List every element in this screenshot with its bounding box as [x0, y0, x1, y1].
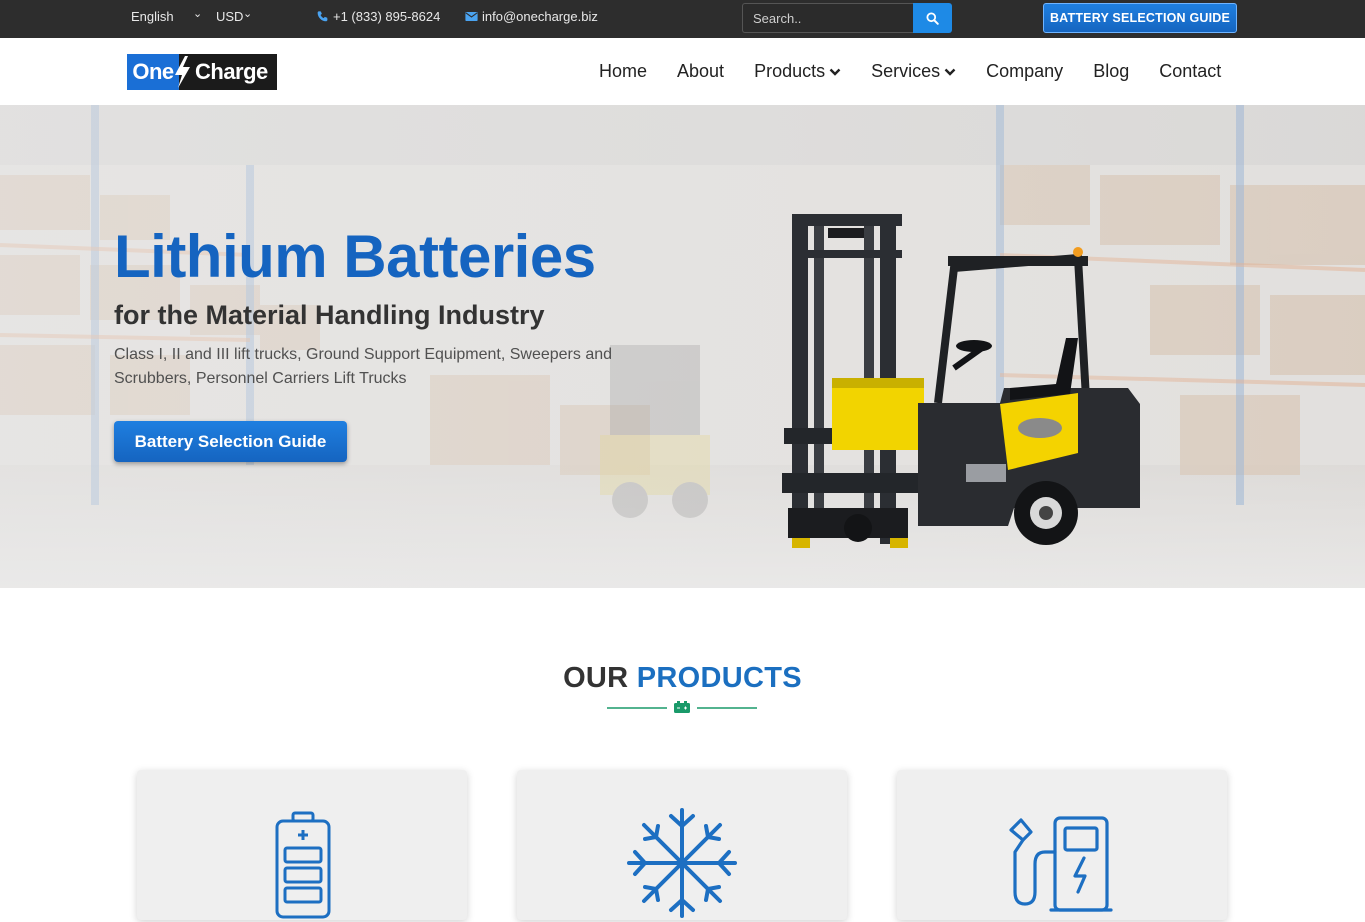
- nav-products[interactable]: Products: [754, 61, 841, 82]
- phone-icon: [316, 10, 329, 23]
- top-bar: English ⌄ USD ⌄ +1 (833) 895-8624 info@o…: [0, 0, 1365, 38]
- battery-icon: [275, 811, 331, 919]
- products-heading: OUR PRODUCTS: [563, 662, 802, 694]
- main-navigation: One Charge Home About Products Services …: [0, 38, 1365, 105]
- charging-station-icon: [1009, 816, 1113, 912]
- chevron-down-icon: [944, 68, 956, 76]
- nav-blog[interactable]: Blog: [1093, 61, 1129, 82]
- product-card-charger[interactable]: [897, 770, 1227, 920]
- onecharge-logo[interactable]: One Charge: [127, 54, 277, 90]
- battery-selection-guide-cta[interactable]: Battery Selection Guide: [114, 421, 347, 462]
- nav-company[interactable]: Company: [986, 61, 1063, 82]
- phone-number: +1 (833) 895-8624: [333, 9, 441, 24]
- product-card-cold-storage[interactable]: [517, 770, 847, 920]
- chevron-down-icon[interactable]: ⌄: [243, 7, 252, 20]
- logo-text-charge: Charge: [195, 59, 268, 84]
- hero-title: Lithium Batteries: [114, 223, 596, 290]
- currency-selector[interactable]: USD: [216, 9, 243, 24]
- search-input[interactable]: [742, 3, 913, 33]
- chevron-down-icon: [829, 68, 841, 76]
- nav-home[interactable]: Home: [599, 61, 647, 82]
- language-selector[interactable]: English: [131, 9, 174, 24]
- envelope-icon: [465, 11, 478, 22]
- nav-about[interactable]: About: [677, 61, 724, 82]
- chevron-down-icon[interactable]: ⌄: [193, 7, 202, 20]
- snowflake-icon: [627, 808, 737, 918]
- search-button[interactable]: [913, 3, 952, 33]
- search-icon: [926, 11, 939, 25]
- email-address: info@onecharge.biz: [482, 9, 598, 24]
- product-card-battery[interactable]: [137, 770, 467, 920]
- hero-subtitle: for the Material Handling Industry: [114, 300, 545, 330]
- nav-contact[interactable]: Contact: [1159, 61, 1221, 82]
- email-link[interactable]: info@onecharge.biz: [465, 9, 598, 24]
- battery-selection-guide-button[interactable]: BATTERY SELECTION GUIDE: [1043, 3, 1237, 33]
- hero-description: Class I, II and III lift trucks, Ground …: [114, 346, 613, 387]
- logo-bolt-icon: [175, 56, 190, 88]
- search-form: [742, 3, 952, 33]
- forklift-image: [782, 214, 1140, 548]
- section-divider: [607, 701, 757, 713]
- battery-divider-icon: [674, 701, 690, 713]
- phone-link[interactable]: +1 (833) 895-8624: [316, 9, 440, 24]
- hero-banner: Lithium Batteries for the Material Handl…: [0, 105, 1365, 588]
- nav-services[interactable]: Services: [871, 61, 956, 82]
